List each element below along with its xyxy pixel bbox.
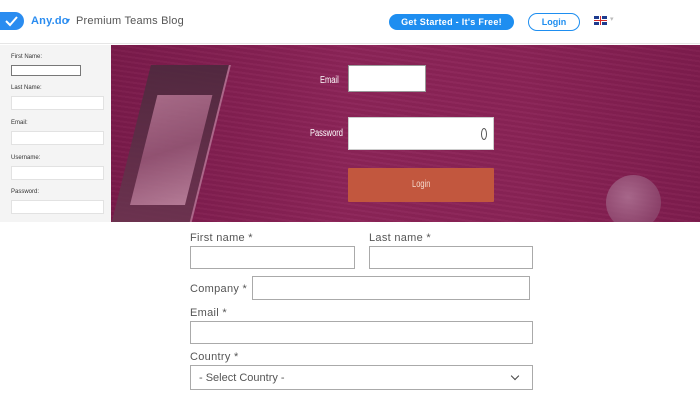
last-name-label: Last name *	[369, 232, 432, 244]
country-select-value: - Select Country -	[199, 372, 285, 384]
hero-login-panel: Email Password Login	[111, 45, 700, 222]
password-input[interactable]	[11, 200, 104, 214]
login-button[interactable]: Login	[528, 13, 580, 31]
checkmark-logo-icon[interactable]	[0, 12, 24, 30]
hero-email-input[interactable]	[348, 65, 426, 92]
blog-title[interactable]: Premium Teams Blog	[76, 15, 184, 27]
hero-login-button[interactable]: Login	[348, 168, 494, 202]
show-password-icon[interactable]	[481, 128, 487, 140]
uk-flag-icon[interactable]	[594, 16, 607, 25]
country-select[interactable]: - Select Country -	[190, 365, 533, 390]
chevron-down-icon[interactable]: ▾	[66, 16, 70, 25]
email-label: Email:	[11, 120, 28, 126]
brand-name[interactable]: Any.do	[31, 15, 69, 27]
first-name-input[interactable]	[11, 65, 81, 76]
password-label: Password:	[11, 189, 40, 195]
last-name-input[interactable]	[369, 246, 533, 269]
side-registration-form: First Name: Last Name: Email: Username: …	[0, 45, 111, 222]
first-name-label: First name *	[190, 232, 253, 244]
email-label: Email *	[190, 307, 227, 319]
top-header: Any.do ▾ Premium Teams Blog Get Started …	[0, 0, 700, 44]
laptop-image	[111, 65, 231, 222]
company-label: Company *	[190, 283, 248, 295]
language-chevron-icon[interactable]: ▾	[610, 15, 614, 23]
country-label: Country *	[190, 351, 239, 363]
hero-password-input[interactable]	[348, 117, 494, 150]
hero-email-label: Email	[320, 75, 339, 86]
company-input[interactable]	[252, 276, 530, 300]
laptop-screen	[129, 95, 213, 205]
email-input[interactable]	[190, 321, 533, 344]
email-input[interactable]	[11, 131, 104, 145]
last-name-input[interactable]	[11, 96, 104, 110]
username-input[interactable]	[11, 166, 104, 180]
coffee-cup-image	[606, 175, 661, 222]
username-label: Username:	[11, 155, 41, 161]
hero-password-label: Password	[310, 128, 343, 139]
last-name-label: Last Name:	[11, 85, 42, 91]
first-name-input[interactable]	[190, 246, 355, 269]
chevron-down-icon	[510, 371, 520, 381]
first-name-label: First Name:	[11, 54, 43, 60]
get-started-button[interactable]: Get Started - It's Free!	[389, 14, 514, 30]
